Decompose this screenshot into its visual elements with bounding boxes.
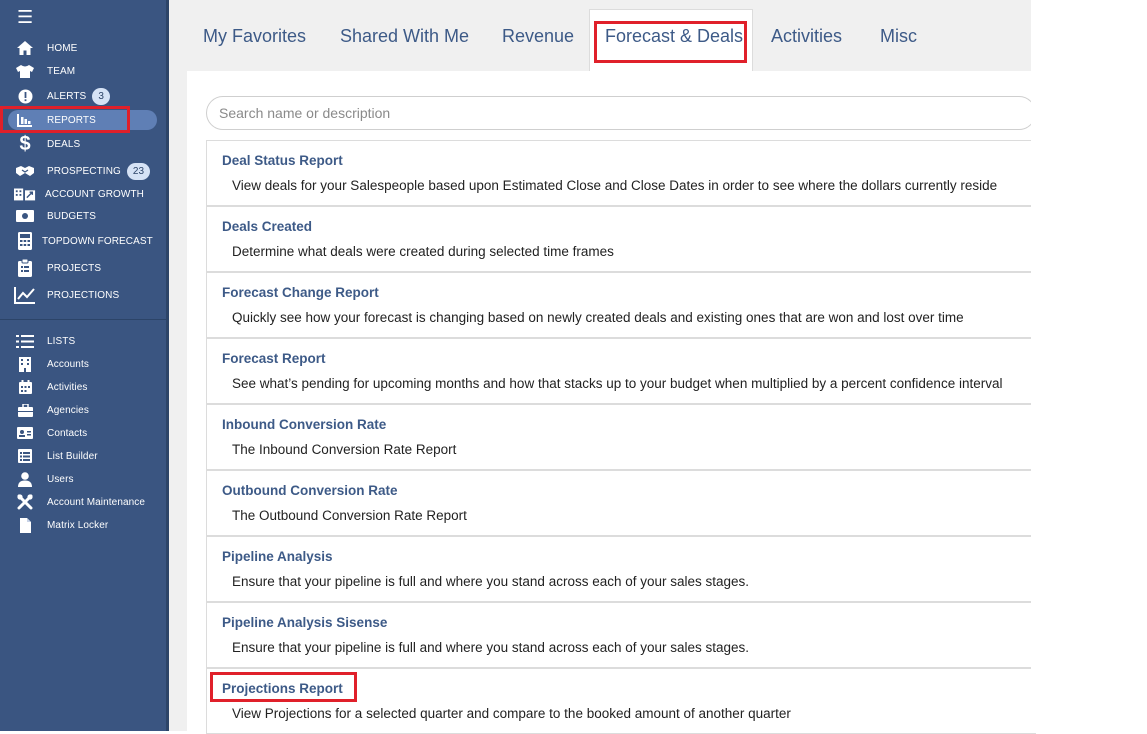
sidebar-item-projects[interactable]: PROJECTS: [14, 258, 101, 278]
sidebar-item-list-builder[interactable]: List Builder: [14, 446, 98, 466]
list-item[interactable]: Inbound Conversion Rate The Inbound Conv…: [206, 404, 1036, 470]
list-item[interactable]: Pipeline Analysis Ensure that your pipel…: [206, 536, 1036, 602]
sidebar-item-label: DEALS: [47, 138, 81, 150]
alerts-count-badge: 3: [92, 87, 110, 105]
tab-shared-with-me[interactable]: Shared With Me: [340, 26, 469, 47]
sidebar-item-team[interactable]: TEAM: [14, 61, 75, 81]
calendar-icon: [14, 380, 36, 394]
sidebar-item-label: Account Maintenance: [47, 496, 146, 508]
sidebar-item-accounts[interactable]: Accounts: [14, 354, 89, 374]
list-item[interactable]: Forecast Change Report Quickly see how y…: [206, 272, 1036, 338]
sidebar-item-label: List Builder: [47, 450, 98, 462]
report-title-link[interactable]: Pipeline Analysis: [222, 549, 333, 564]
sidebar-item-label: Activities: [47, 381, 88, 393]
sidebar-item-label: PROSPECTING: [47, 165, 121, 177]
list-item[interactable]: Deal Status Report View deals for your S…: [206, 140, 1036, 206]
sidebar-item-account-maintenance[interactable]: Account Maintenance: [14, 492, 145, 512]
dollar-icon: $: [19, 132, 31, 155]
sidebar-item-contacts[interactable]: Contacts: [14, 423, 87, 443]
sidebar-item-account-growth[interactable]: ACCOUNT GROWTH: [14, 184, 144, 204]
report-description: The Inbound Conversion Rate Report: [232, 442, 457, 457]
hamburger-menu-icon[interactable]: ☰: [17, 8, 33, 26]
reports-highlight-box: [0, 106, 130, 133]
report-title-link[interactable]: Outbound Conversion Rate: [222, 483, 398, 498]
sidebar-item-label: TOPDOWN FORECAST: [42, 235, 153, 247]
sidebar-item-topdown-forecast[interactable]: TOPDOWN FORECAST: [14, 231, 153, 251]
sidebar-item-alerts[interactable]: ALERTS 3: [14, 86, 110, 106]
file-icon: [14, 517, 36, 533]
sidebar-item-label: TEAM: [47, 65, 76, 77]
sidebar-item-label: Users: [47, 473, 74, 485]
sidebar-item-label: ALERTS: [47, 90, 87, 102]
sidebar-item-label: Matrix Locker: [47, 519, 109, 531]
report-description: Quickly see how your forecast is changin…: [232, 310, 964, 325]
building-icon: [14, 356, 36, 372]
tab-revenue[interactable]: Revenue: [502, 26, 574, 47]
sidebar-item-projections[interactable]: PROJECTIONS: [14, 285, 119, 305]
sidebar-item-home[interactable]: HOME: [14, 38, 77, 58]
sidebar-item-label: LISTS: [47, 335, 76, 347]
right-blank-area: [1031, 0, 1147, 731]
tab-my-favorites[interactable]: My Favorites: [203, 26, 306, 47]
building-growth-icon: [14, 187, 36, 201]
clipboard-icon: [14, 259, 36, 277]
report-description: See what’s pending for upcoming months a…: [232, 376, 1003, 391]
sidebar-item-users[interactable]: Users: [14, 469, 74, 489]
tab-misc[interactable]: Misc: [880, 26, 917, 47]
sidebar-item-matrix-locker[interactable]: Matrix Locker: [14, 515, 108, 535]
list-item[interactable]: Deals Created Determine what deals were …: [206, 206, 1036, 272]
handshake-icon: [14, 165, 36, 177]
report-title-link[interactable]: Pipeline Analysis Sisense: [222, 615, 387, 630]
sidebar-item-label: PROJECTS: [47, 262, 102, 274]
projections-report-highlight-box: [210, 672, 357, 702]
report-description: View deals for your Salespeople based up…: [232, 178, 998, 193]
sidebar-item-budgets[interactable]: BUDGETS: [14, 206, 96, 226]
report-description: The Outbound Conversion Rate Report: [232, 508, 467, 523]
alert-icon: [14, 89, 36, 104]
sidebar-item-label: BUDGETS: [47, 210, 97, 222]
forecast-tab-highlight-box: [594, 21, 747, 63]
report-description: Ensure that your pipeline is full and wh…: [232, 640, 750, 655]
tab-activities[interactable]: Activities: [771, 26, 842, 47]
report-description: Determine what deals were created during…: [232, 244, 614, 259]
search-input[interactable]: [219, 97, 1019, 129]
sidebar: ☰ HOME TEAM ALERTS 3 REPORTS $ DEALS PRO…: [0, 0, 166, 731]
sidebar-item-deals[interactable]: $ DEALS: [14, 132, 81, 155]
sidebar-item-label: Contacts: [47, 427, 88, 439]
sidebar-item-label: Agencies: [47, 404, 89, 416]
report-title-link[interactable]: Deals Created: [222, 219, 312, 234]
sidebar-item-agencies[interactable]: Agencies: [14, 400, 89, 420]
list-item[interactable]: Outbound Conversion Rate The Outbound Co…: [206, 470, 1036, 536]
sidebar-item-activities[interactable]: Activities: [14, 377, 87, 397]
report-description: Ensure that your pipeline is full and wh…: [232, 574, 750, 589]
sidebar-item-lists[interactable]: LISTS: [14, 331, 75, 351]
sidebar-item-label: HOME: [47, 42, 78, 54]
sidebar-item-label: ACCOUNT GROWTH: [45, 188, 144, 200]
calculator-icon: [14, 232, 36, 250]
user-icon: [14, 471, 36, 487]
report-description: View Projections for a selected quarter …: [232, 706, 791, 721]
sidebar-item-label: PROJECTIONS: [47, 289, 120, 301]
list-icon: [14, 334, 36, 348]
sidebar-divider: [0, 319, 166, 320]
shirt-icon: [14, 64, 36, 79]
report-title-link[interactable]: Inbound Conversion Rate: [222, 417, 386, 432]
sidebar-item-prospecting[interactable]: PROSPECTING 23: [14, 161, 151, 181]
report-title-link[interactable]: Forecast Report: [222, 351, 326, 366]
search-box[interactable]: [206, 96, 1036, 130]
wrench-icon: [14, 494, 36, 510]
home-icon: [14, 40, 36, 56]
money-icon: [14, 210, 36, 222]
list-item[interactable]: Pipeline Analysis Sisense Ensure that yo…: [206, 602, 1036, 668]
briefcase-icon: [14, 403, 36, 417]
line-chart-icon: [14, 286, 36, 304]
list-builder-icon: [14, 449, 36, 463]
contact-card-icon: [14, 427, 36, 439]
sidebar-item-label: Accounts: [47, 358, 89, 370]
report-title-link[interactable]: Forecast Change Report: [222, 285, 379, 300]
prospecting-count-badge: 23: [126, 162, 151, 180]
list-item[interactable]: Forecast Report See what’s pending for u…: [206, 338, 1036, 404]
report-title-link[interactable]: Deal Status Report: [222, 153, 343, 168]
